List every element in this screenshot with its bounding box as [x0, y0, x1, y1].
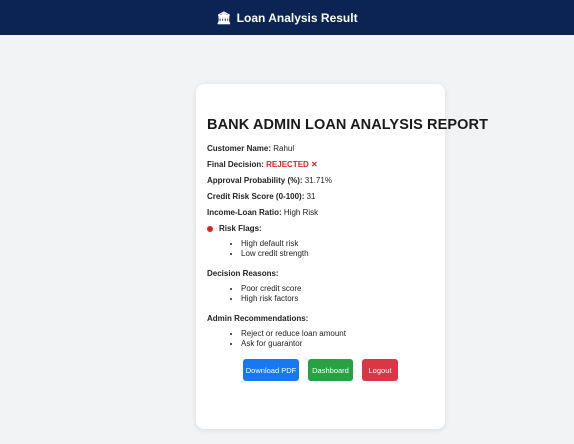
logout-button[interactable]: Logout	[362, 359, 398, 381]
action-buttons: Download PDF Dashboard Logout	[207, 359, 434, 381]
approval-probability-label: Approval Probability (%):	[207, 176, 303, 185]
list-item: High default risk	[241, 239, 434, 249]
list-item: Ask for guarantor	[241, 339, 434, 349]
customer-name-value: Rahul	[273, 144, 295, 153]
final-decision-value: REJECTED ✕	[266, 160, 318, 169]
admin-recommendations-list: Reject or reduce loan amount Ask for gua…	[207, 329, 434, 349]
decision-reasons-list: Poor credit score High risk factors	[207, 284, 434, 304]
final-decision-row: Final Decision: REJECTED ✕	[207, 160, 434, 169]
list-item: High risk factors	[241, 294, 434, 304]
download-pdf-button[interactable]: Download PDF	[243, 359, 299, 381]
report-title: BANK ADMIN LOAN ANALYSIS REPORT	[207, 117, 489, 133]
income-loan-ratio-value: High Risk	[283, 208, 319, 217]
report-fields: Customer Name: Rahul Final Decision: REJ…	[207, 144, 434, 217]
red-circle-icon	[207, 225, 213, 232]
risk-flags-title: Risk Flags:	[219, 224, 262, 233]
risk-flags-list: High default risk Low credit strength	[207, 239, 434, 259]
final-decision-label: Final Decision:	[207, 160, 264, 169]
header-title: Loan Analysis Result	[236, 10, 358, 25]
credit-risk-value: 31	[306, 192, 316, 201]
dashboard-button[interactable]: Dashboard	[308, 359, 353, 381]
income-loan-ratio-label: Income-Loan Ratio:	[207, 208, 282, 217]
list-item: Low credit strength	[241, 249, 434, 259]
customer-name-label: Customer Name:	[207, 144, 272, 153]
list-item: Reject or reduce loan amount	[241, 329, 434, 339]
report-card: BANK ADMIN LOAN ANALYSIS REPORT Customer…	[196, 84, 489, 429]
customer-name-row: Customer Name: Rahul	[207, 144, 434, 153]
income-loan-ratio-row: Income-Loan Ratio: High Risk	[207, 208, 434, 217]
approval-probability-value: 31.71%	[304, 176, 332, 185]
decision-reasons-title: Decision Reasons:	[207, 269, 279, 278]
list-item: Poor credit score	[241, 284, 434, 294]
credit-risk-row: Credit Risk Score (0-100): 31	[207, 192, 434, 201]
risk-flags-heading: Risk Flags:	[207, 224, 434, 233]
credit-risk-label: Credit Risk Score (0-100):	[207, 192, 305, 201]
approval-probability-row: Approval Probability (%): 31.71%	[207, 176, 434, 185]
admin-recommendations-title: Admin Recommendations:	[207, 314, 309, 323]
top-header-bar: 🏛 Loan Analysis Result	[0, 0, 574, 35]
bank-icon: 🏛	[216, 10, 232, 25]
